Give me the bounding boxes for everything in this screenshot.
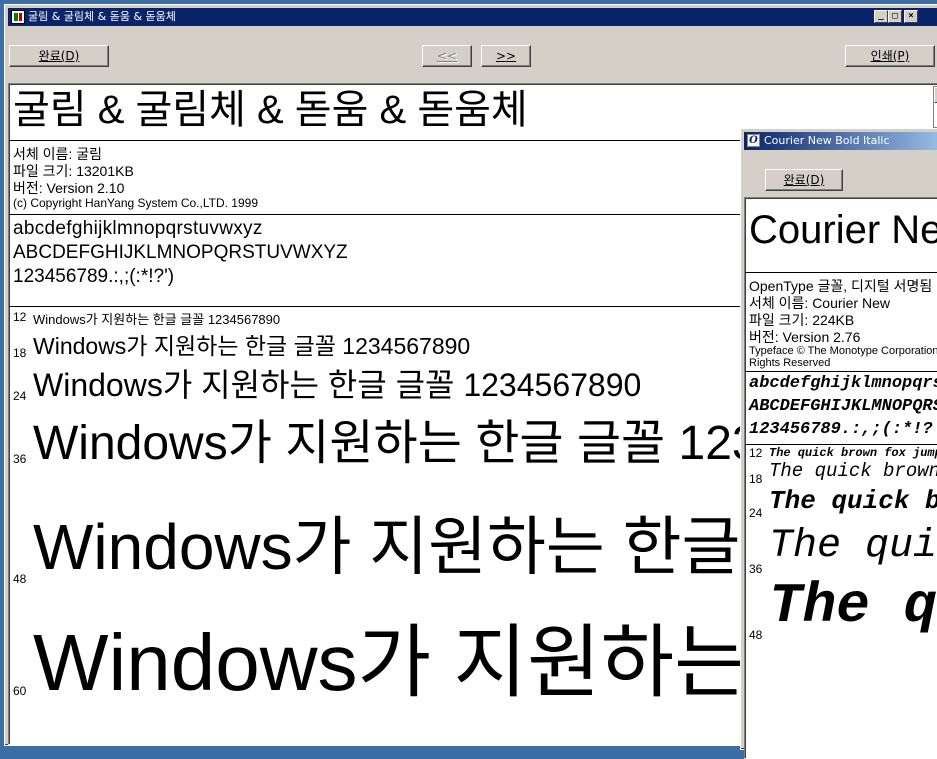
sample-18pt: The quick brown fox jumps over the lazy … bbox=[769, 460, 937, 482]
charset-uppercase: ABCDEFGHIJKLMNOPQRSTUVWXYZ bbox=[749, 397, 937, 416]
divider bbox=[745, 272, 937, 273]
charset-digits: 123456789.:,;(:*!?') bbox=[749, 420, 937, 439]
sample-24pt: Windows가 지원하는 한글 글꼴 1234567890 bbox=[33, 367, 642, 403]
close-button[interactable]: × bbox=[904, 10, 918, 23]
size-label-60: 60 bbox=[13, 684, 27, 698]
window-title: Courier New Bold Italic bbox=[764, 134, 890, 147]
size-label-18: 18 bbox=[749, 472, 763, 486]
charset-lowercase: abcdefghijklmnopqrstuvwxyz bbox=[749, 374, 937, 393]
vertical-scrollbar[interactable]: ▲ bbox=[933, 86, 937, 128]
size-label-36: 36 bbox=[13, 452, 27, 466]
done-button[interactable]: 완료(D) bbox=[9, 45, 109, 67]
size-label-36: 36 bbox=[749, 562, 763, 576]
copyright-info-cont: Rights Reserved bbox=[749, 357, 831, 369]
next-button[interactable]: >> bbox=[481, 45, 531, 67]
maximize-button[interactable]: □ bbox=[888, 10, 902, 23]
sample-24pt: The quick brown fox jumps over the lazy … bbox=[769, 486, 937, 516]
size-label-48: 48 bbox=[749, 628, 763, 642]
charset-lowercase: abcdefghijklmnopqrstuvwxyz bbox=[13, 218, 263, 239]
sample-12pt: The quick brown fox jumps over the lazy … bbox=[769, 446, 937, 460]
divider bbox=[745, 444, 937, 445]
window-title: 굴림 & 굴림체 & 돋움 & 돋움체 bbox=[28, 10, 176, 23]
font-heading: 굴림 & 굴림체 & 돋움 & 돋움체 bbox=[13, 88, 528, 132]
copyright-info: Typeface © The Monotype Corporation plc.… bbox=[749, 345, 937, 357]
charset-uppercase: ABCDEFGHIJKLMNOPQRSTUVWXYZ bbox=[13, 242, 348, 263]
version-info: 버전: Version 2.10 bbox=[13, 180, 125, 196]
size-label-12: 12 bbox=[749, 446, 763, 460]
font-heading: Courier New bbox=[749, 208, 937, 252]
done-button[interactable]: 완료(D) bbox=[765, 169, 843, 191]
divider bbox=[745, 371, 937, 372]
copyright-info: (c) Copyright HanYang System Co.,LTD. 19… bbox=[13, 196, 258, 210]
title-bar[interactable]: 굴림 & 굴림체 & 돋움 & 돋움체 _ □ × bbox=[8, 8, 937, 26]
sample-36pt: The quick brown fox jumps over the lazy … bbox=[769, 524, 937, 569]
size-label-18: 18 bbox=[13, 346, 27, 360]
font-preview-area: Courier New OpenType 글꼴, 디지털 서명됨 서체 이름: … bbox=[744, 197, 937, 759]
minimize-button[interactable]: _ bbox=[874, 10, 888, 23]
sample-18pt: Windows가 지원하는 한글 글꼴 1234567890 bbox=[33, 333, 471, 359]
font-viewer-window-courier: O Courier New Bold Italic 완료(D) Courier N… bbox=[740, 128, 937, 759]
size-label-24: 24 bbox=[13, 389, 27, 403]
print-button[interactable]: 인쇄(P) bbox=[845, 45, 935, 67]
size-label-12: 12 bbox=[13, 310, 27, 324]
charset-digits: 123456789.:,;(:*!?') bbox=[13, 266, 175, 287]
title-bar[interactable]: O Courier New Bold Italic bbox=[744, 132, 937, 150]
size-label-24: 24 bbox=[749, 506, 763, 520]
size-label-48: 48 bbox=[13, 572, 27, 586]
sample-48pt: The quick brown fox jumps over the lazy … bbox=[769, 574, 937, 638]
prev-button[interactable]: << bbox=[422, 45, 472, 67]
version-info: 버전: Version 2.76 bbox=[749, 329, 861, 345]
opentype-font-icon: O bbox=[747, 134, 760, 147]
font-viewer-app-icon bbox=[11, 10, 25, 24]
sample-12pt: Windows가 지원하는 한글 글꼴 1234567890 bbox=[33, 312, 281, 327]
